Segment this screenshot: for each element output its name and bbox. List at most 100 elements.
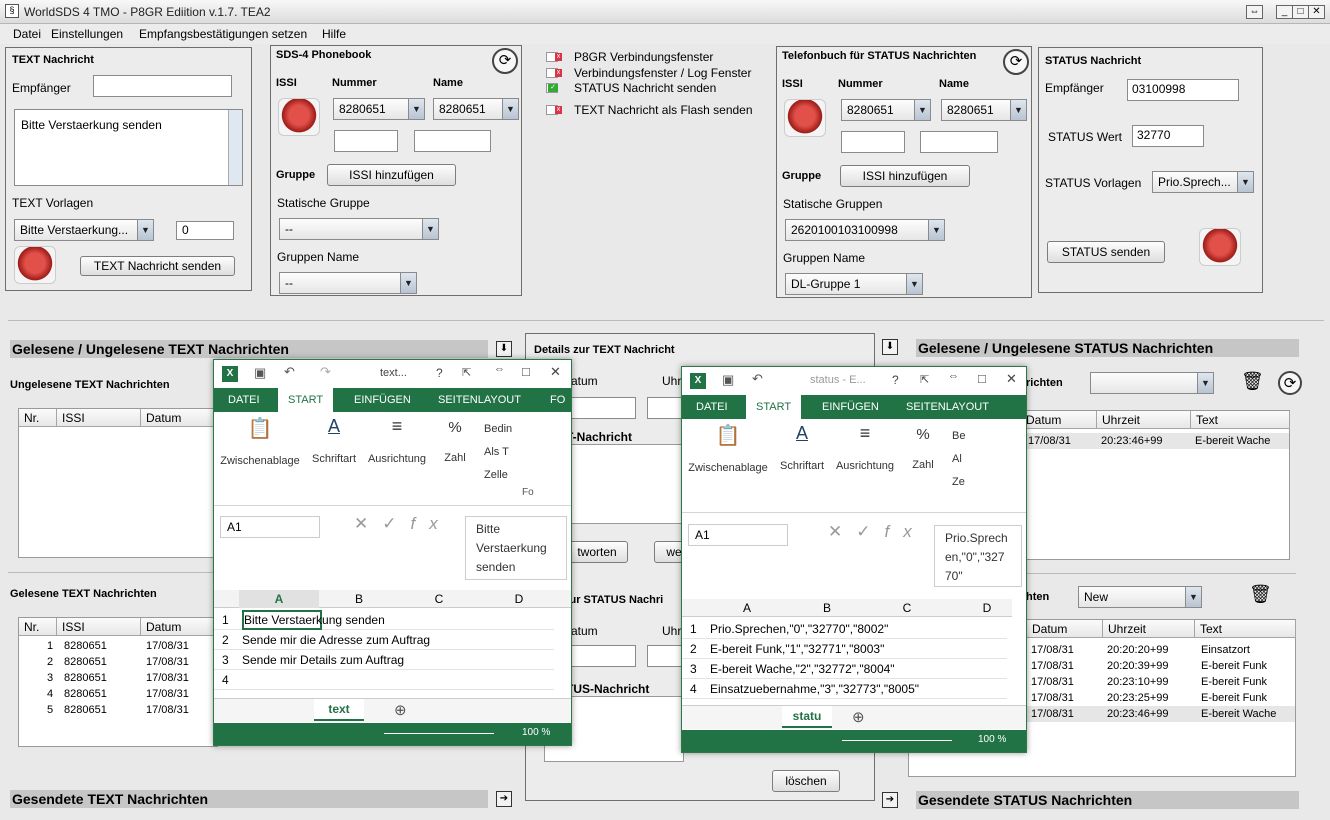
trash-icon[interactable]: 🗑 [1241, 371, 1264, 392]
styles-group[interactable]: Be Al Ze [952, 425, 965, 494]
cell[interactable]: E-bereit Funk,"1","32771","8003" [710, 639, 884, 659]
number-input[interactable] [841, 131, 905, 153]
save-icon[interactable]: ▣ [254, 365, 266, 381]
table-row[interactable]: 3 Sende mir Details zum Auftrag [214, 650, 554, 670]
maximize-icon[interactable]: □ [522, 364, 530, 379]
close-icon[interactable]: ✕ [550, 364, 561, 380]
number-select[interactable]: 8280651 ▼ [841, 99, 931, 121]
conditional-format[interactable]: Bedin [484, 418, 512, 441]
resize-icon[interactable]: ⇔ [494, 363, 505, 375]
tab-datei[interactable]: DATEI [218, 388, 270, 412]
status-template-select[interactable]: Prio.Sprech... ▼ [1152, 171, 1254, 193]
textarea-scrollbar[interactable] [228, 110, 242, 185]
undo-icon[interactable]: ↶ [752, 371, 763, 387]
col-a-header[interactable]: A [239, 590, 319, 608]
ribbon-options-icon[interactable]: ⇱ [920, 373, 929, 386]
col-b-header[interactable]: B [787, 599, 867, 617]
recipient-input[interactable]: 03100998 [1127, 79, 1239, 101]
styles-group[interactable]: Bedin Als T Zelle [484, 418, 512, 487]
formula-buttons[interactable]: ✕✓fx [828, 522, 926, 542]
zoom-slider[interactable] [842, 740, 952, 741]
table-row[interactable]: 2 Sende mir die Adresse zum Auftrag [214, 630, 554, 650]
tab-start[interactable]: START [278, 388, 334, 412]
formula-buttons[interactable]: ✕✓fx [354, 514, 452, 534]
table-row[interactable]: 1 Bitte Verstaerkung senden [214, 610, 554, 630]
status-value-input[interactable]: 32770 [1132, 125, 1204, 147]
sheet-grid[interactable]: 1 Bitte Verstaerkung senden 2 Sende mir di… [214, 610, 554, 690]
checkbox[interactable]: x [546, 52, 562, 62]
maximize-icon[interactable]: □ [978, 371, 986, 386]
restore-size-button[interactable]: ⇔ [1246, 5, 1263, 19]
table-row[interactable]: 5 8280651 17/08/31 [19, 702, 217, 718]
number-input[interactable] [334, 130, 398, 152]
alignment-group[interactable]: ≡ Ausrichtung [364, 416, 430, 465]
help-icon[interactable]: ? [892, 373, 899, 387]
conditional-format[interactable]: Be [952, 425, 965, 448]
clipboard-group[interactable]: 📋 Zwischenablage [218, 416, 302, 467]
redo-icon[interactable]: ↷ [320, 364, 331, 380]
number-group[interactable]: % Zahl [906, 423, 940, 471]
zoom-slider[interactable] [384, 733, 494, 734]
table-row[interactable]: 4 Einsatzuebernahme,"3","32773","8005" [682, 679, 1007, 699]
formula-bar[interactable]: Prio.Sprechen,"0","32770" [934, 525, 1022, 587]
option-status-send[interactable]: ✓ STATUS Nachricht senden [546, 81, 771, 95]
column-header[interactable]: Nr. [19, 409, 57, 427]
menu-datei[interactable]: Datei [13, 27, 41, 41]
unread-filter-select[interactable]: ▼ [1090, 372, 1214, 394]
checkbox[interactable]: x [546, 105, 562, 115]
table-row[interactable]: 3 8280651 17/08/31 [19, 670, 217, 686]
menu-hilfe[interactable]: Hilfe [322, 27, 346, 41]
cell[interactable]: Sende mir die Adresse zum Auftrag [242, 630, 430, 650]
name-box[interactable]: A1 [688, 524, 788, 546]
column-header[interactable]: Text [1195, 620, 1296, 638]
arrow-down-icon[interactable]: ⬇ [496, 341, 512, 357]
add-issi-button[interactable]: ISSI hinzufügen [327, 164, 456, 186]
table-row[interactable]: 4 [214, 670, 554, 690]
unread-text-table[interactable]: Nr. ISSI Datum [18, 408, 219, 558]
col-c-header[interactable]: C [867, 599, 947, 617]
clipboard-group[interactable]: 📋 Zwischenablage [686, 423, 770, 474]
column-header[interactable]: Datum [141, 409, 219, 427]
tab-einfuegen[interactable]: EINFÜGEN [812, 395, 889, 419]
cell[interactable]: Bitte Verstaerkung senden [242, 610, 385, 630]
delete-button[interactable]: löschen [772, 770, 840, 792]
close-button[interactable]: ✕ [1308, 5, 1325, 19]
tab-formeln[interactable]: FO [540, 388, 575, 412]
maximize-button[interactable]: □ [1292, 5, 1309, 19]
column-header[interactable]: Datum [1027, 620, 1103, 638]
option-flash[interactable]: x TEXT Nachricht als Flash senden [546, 103, 771, 117]
sheet-tab[interactable]: statu [782, 706, 832, 728]
tab-einfuegen[interactable]: EINFÜGEN [344, 388, 421, 412]
col-b-header[interactable]: B [319, 590, 399, 608]
cell[interactable]: E-bereit Wache,"2","32772","8004" [710, 659, 895, 679]
cell-styles[interactable]: Ze [952, 471, 965, 494]
alignment-group[interactable]: ≡ Ausrichtung [832, 423, 898, 472]
checkbox[interactable]: ✓ [546, 83, 558, 93]
column-header[interactable]: Text [1191, 411, 1290, 429]
name-select[interactable]: 8280651 ▼ [433, 98, 519, 120]
cell[interactable]: Sende mir Details zum Auftrag [242, 650, 404, 670]
table-row[interactable]: 2 8280651 17/08/31 [19, 654, 217, 670]
save-icon[interactable]: ▣ [722, 372, 734, 388]
name-box[interactable]: A1 [220, 516, 320, 538]
trash-icon[interactable]: 🗑 [1249, 584, 1272, 605]
close-icon[interactable]: ✕ [1006, 371, 1017, 387]
column-header[interactable]: ISSI [57, 409, 141, 427]
minimize-button[interactable]: _ [1276, 5, 1293, 19]
tab-datei[interactable]: DATEI [686, 395, 738, 419]
refresh-icon[interactable]: ⟳ [492, 48, 518, 74]
table-row[interactable]: 1 8280651 17/08/31 [19, 638, 217, 654]
formula-bar[interactable]: Bitte Verstaerkung senden [465, 516, 567, 580]
read-filter-select[interactable]: New ▼ [1078, 586, 1202, 608]
add-issi-button[interactable]: ISSI hinzufügen [840, 165, 970, 187]
sheet-grid[interactable]: 1 Prio.Sprechen,"0","32770","8002" 2 E-ber… [682, 619, 1007, 699]
cell[interactable]: Einsatzuebernahme,"3","32773","8005" [710, 679, 919, 699]
tab-seitenlayout[interactable]: SEITENLAYOUT [896, 395, 999, 419]
table-row[interactable]: 4 8280651 17/08/31 [19, 686, 217, 702]
sheet-tab[interactable]: text [314, 699, 364, 721]
tab-seitenlayout[interactable]: SEITENLAYOUT [428, 388, 531, 412]
send-text-button[interactable]: TEXT Nachricht senden [80, 256, 235, 276]
arrow-right-icon[interactable]: ➔ [496, 791, 512, 807]
col-d-header[interactable]: D [947, 599, 1027, 617]
reply-button[interactable]: tworten [566, 541, 628, 563]
